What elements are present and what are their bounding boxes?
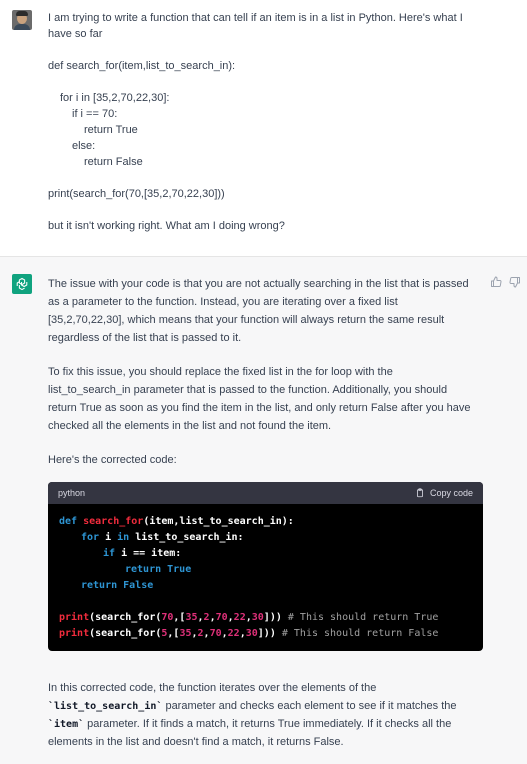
user-message: I am trying to write a function that can…: [0, 0, 527, 257]
user-code-line: return True: [84, 124, 138, 136]
user-code-line: print(search_for(70,[35,2,70,22,30])): [48, 188, 225, 200]
code-content: def search_for(item,list_to_search_in): …: [48, 504, 483, 639]
code-line: print(search_for(70,[35,2,70,22,30])) # …: [59, 612, 439, 623]
code-number: 2: [197, 628, 204, 639]
code-number: 70: [209, 628, 222, 639]
code-text: (search_for(: [89, 628, 162, 639]
code-keyword: return: [81, 580, 118, 591]
code-line: return False: [81, 578, 153, 594]
code-number: 22: [233, 612, 246, 623]
code-keyword: def: [59, 516, 78, 527]
inline-code: `list_to_search_in`: [48, 701, 163, 712]
code-line: print(search_for(5,[35,2,70,22,30])) # T…: [59, 628, 439, 639]
assistant-p4-line: elements in the list and doesn't find a …: [48, 736, 344, 748]
avatar-shirt: [14, 24, 30, 30]
assistant-p4-text: parameter. If it finds a match, it retur…: [84, 718, 452, 730]
code-constant: True: [161, 564, 192, 575]
assistant-p3: Here's the corrected code:: [48, 454, 177, 466]
user-avatar: [12, 10, 32, 30]
assistant-p4-text: parameter and checks each element to see…: [162, 700, 457, 712]
code-language: python: [58, 488, 86, 498]
assistant-p4-line: `list_to_search_in` parameter and checks…: [48, 698, 457, 715]
assistant-p1-line: as a parameter to the function. Instead,…: [48, 296, 398, 308]
assistant-p4-line: In this corrected code, the function ite…: [48, 682, 377, 694]
user-code-line: return False: [84, 156, 143, 168]
code-line: if i == item:: [103, 546, 181, 562]
code-header: python Copy code: [48, 482, 483, 504]
code-text: i: [99, 532, 118, 543]
user-outro: but it isn't working right. What am I do…: [48, 220, 285, 232]
assistant-p2-line: list_to_search_in parameter that is pass…: [48, 384, 448, 396]
code-keyword: for: [81, 532, 100, 543]
assistant-p1-line: [35,2,70,22,30], which means that your f…: [48, 314, 445, 326]
code-number: 22: [227, 628, 240, 639]
assistant-p1-line: The issue with your code is that you are…: [48, 278, 469, 290]
clipboard-icon: [417, 488, 423, 498]
user-code-line: for i in [35,2,70,22,30]:: [60, 92, 170, 104]
code-number: 2: [203, 612, 210, 623]
code-comment: # This should return False: [275, 628, 439, 639]
user-code-line: else:: [72, 140, 96, 152]
user-code-line: def search_for(item,list_to_search_in):: [48, 60, 236, 72]
code-line: for i in list_to_search_in:: [81, 530, 244, 546]
user-code-line: if i == 70:: [72, 108, 118, 120]
code-number: 70: [161, 612, 174, 623]
code-keyword: return: [125, 564, 162, 575]
thumbs-down-icon[interactable]: [509, 276, 521, 288]
code-number: 35: [185, 612, 198, 623]
code-builtin: print: [59, 628, 90, 639]
code-line: return True: [125, 562, 191, 578]
code-text: (search_for(: [89, 612, 162, 623]
assistant-p1-line: regardless of the list that is passed to…: [48, 332, 242, 344]
code-block: python Copy code def search_for(item,lis…: [48, 482, 483, 651]
code-text: ,[: [167, 628, 180, 639]
code-number: 70: [215, 612, 228, 623]
user-intro-line2: have so far: [48, 28, 103, 40]
code-builtin: print: [59, 612, 90, 623]
code-keyword: if: [103, 548, 116, 559]
code-text: (item,list_to_search_in):: [143, 516, 294, 527]
code-text: ,[: [173, 612, 186, 623]
thumbs-up-icon[interactable]: [490, 276, 502, 288]
code-keyword: in: [117, 532, 130, 543]
openai-logo-icon: [12, 274, 32, 294]
inline-code: `item`: [48, 719, 85, 730]
code-text: i == item:: [115, 548, 182, 559]
user-intro-line1: I am trying to write a function that can…: [48, 12, 463, 24]
assistant-p2-line: checked all the elements in the list and…: [48, 420, 332, 432]
assistant-p2-line: To fix this issue, you should replace th…: [48, 366, 393, 378]
code-line: def search_for(item,list_to_search_in):: [59, 514, 294, 530]
code-number: 30: [251, 612, 264, 623]
code-text: ])): [257, 628, 276, 639]
avatar-hair: [16, 11, 28, 16]
code-number: 30: [245, 628, 258, 639]
assistant-p2-line: return True as soon as you find the item…: [48, 402, 471, 414]
copy-code-button[interactable]: Copy code: [415, 488, 473, 498]
copy-code-label: Copy code: [429, 488, 473, 498]
code-text: ])): [263, 612, 282, 623]
code-function-name: search_for: [83, 516, 144, 527]
code-constant: False: [117, 580, 154, 591]
code-text: list_to_search_in:: [129, 532, 244, 543]
assistant-p4-line: `item` parameter. If it finds a match, i…: [48, 716, 451, 733]
code-number: 35: [179, 628, 192, 639]
code-comment: # This should return True: [281, 612, 439, 623]
